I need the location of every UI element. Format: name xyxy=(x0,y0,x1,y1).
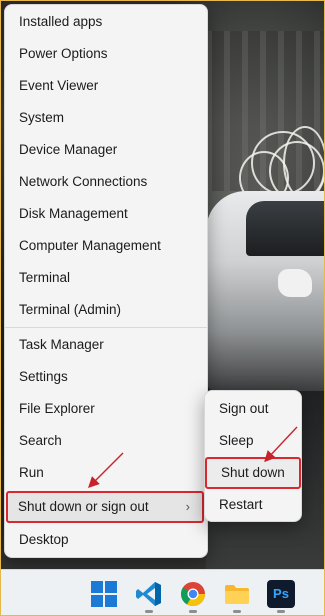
wallpaper-car-window xyxy=(246,201,324,256)
menu-item-computer-management[interactable]: Computer Management xyxy=(9,231,203,261)
menu-item-power-options[interactable]: Power Options xyxy=(9,39,203,69)
file-explorer-icon[interactable] xyxy=(223,580,251,608)
wallpaper-car-mirror xyxy=(278,269,312,297)
taskbar: Ps xyxy=(1,569,324,615)
menu-item-search[interactable]: Search xyxy=(9,426,203,456)
menu-item-device-manager[interactable]: Device Manager xyxy=(9,135,203,165)
menu-separator xyxy=(5,327,207,328)
winx-menu: Installed apps Power Options Event Viewe… xyxy=(4,4,208,558)
menu-item-network-connections[interactable]: Network Connections xyxy=(9,167,203,197)
menu-item-system[interactable]: System xyxy=(9,103,203,133)
chrome-icon[interactable] xyxy=(179,580,207,608)
submenu-item-sign-out[interactable]: Sign out xyxy=(205,394,299,424)
running-indicator xyxy=(233,610,241,613)
running-indicator xyxy=(277,610,285,613)
menu-item-shut-down-or-sign-out[interactable]: Shut down or sign out › xyxy=(6,491,204,523)
wallpaper-light-ring xyxy=(283,126,324,200)
menu-item-settings[interactable]: Settings xyxy=(9,362,203,392)
photoshop-icon[interactable]: Ps xyxy=(267,580,295,608)
screenshot-frame: Installed apps Power Options Event Viewe… xyxy=(0,0,325,616)
menu-item-label: Shut down or sign out xyxy=(18,499,149,514)
vscode-icon[interactable] xyxy=(135,580,163,608)
menu-item-installed-apps[interactable]: Installed apps xyxy=(9,7,203,37)
running-indicator xyxy=(189,610,197,613)
submenu-item-sleep[interactable]: Sleep xyxy=(205,426,299,456)
chevron-right-icon: › xyxy=(185,499,190,514)
photoshop-icon-label: Ps xyxy=(273,586,289,601)
menu-item-desktop[interactable]: Desktop xyxy=(9,525,203,555)
menu-item-task-manager[interactable]: Task Manager xyxy=(9,330,203,360)
submenu-item-shut-down[interactable]: Shut down xyxy=(205,457,301,489)
menu-item-disk-management[interactable]: Disk Management xyxy=(9,199,203,229)
menu-item-run[interactable]: Run xyxy=(9,458,203,488)
running-indicator xyxy=(145,610,153,613)
menu-item-event-viewer[interactable]: Event Viewer xyxy=(9,71,203,101)
shutdown-submenu: Sign out Sleep Shut down Restart xyxy=(204,390,302,522)
menu-item-file-explorer[interactable]: File Explorer xyxy=(9,394,203,424)
menu-item-terminal[interactable]: Terminal xyxy=(9,263,203,293)
menu-item-terminal-admin[interactable]: Terminal (Admin) xyxy=(9,295,203,325)
submenu-item-restart[interactable]: Restart xyxy=(205,490,299,520)
windows-start-icon[interactable] xyxy=(90,580,118,608)
